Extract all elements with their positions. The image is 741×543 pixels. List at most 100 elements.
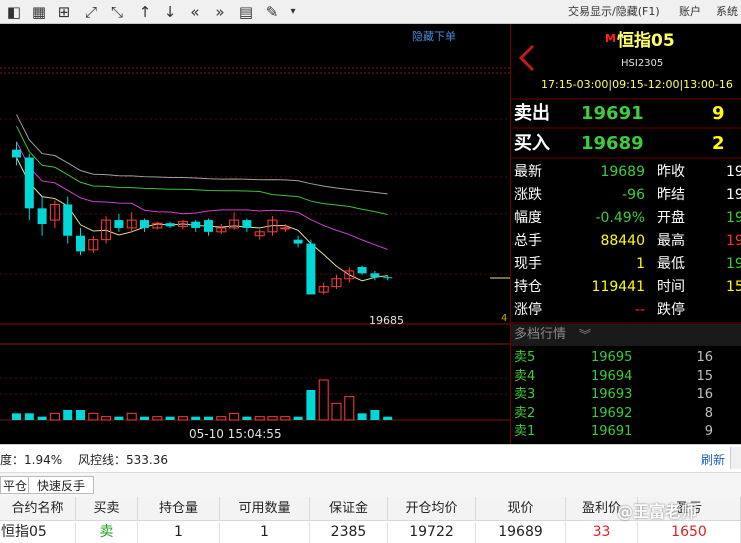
candle-body[interactable] bbox=[191, 221, 201, 228]
buy-price[interactable]: 19689 bbox=[581, 133, 644, 155]
volume-bar[interactable] bbox=[254, 416, 265, 421]
candle-body[interactable] bbox=[24, 157, 34, 209]
volume-bar[interactable] bbox=[165, 416, 175, 420]
chart-icon[interactable]: ◧ bbox=[4, 2, 24, 22]
quick-reverse-button[interactable]: 快速反手 bbox=[28, 476, 95, 494]
volume-bar[interactable] bbox=[242, 416, 252, 420]
back-arrow-icon[interactable] bbox=[518, 44, 535, 72]
table-cell[interactable]: 卖 bbox=[76, 522, 138, 543]
depth-level-label[interactable]: 卖2 bbox=[514, 405, 535, 423]
depth-level-label[interactable]: 卖4 bbox=[514, 368, 535, 386]
volume-bar[interactable] bbox=[191, 416, 201, 420]
candle-body[interactable] bbox=[37, 208, 47, 224]
forward-icon[interactable]: » bbox=[210, 2, 230, 22]
draw-icon[interactable]: ✎ bbox=[262, 2, 282, 22]
depth-title[interactable]: 多档行情 bbox=[514, 326, 566, 344]
volume-bar[interactable] bbox=[229, 412, 240, 421]
depth-qty[interactable]: 16 bbox=[671, 386, 713, 404]
volume-bar[interactable] bbox=[88, 412, 99, 421]
volume-bar[interactable] bbox=[114, 416, 124, 420]
column-header[interactable]: 现价 bbox=[476, 497, 566, 521]
indicator-icon[interactable]: ⊞ bbox=[54, 2, 74, 22]
depth-qty[interactable]: 9 bbox=[671, 423, 713, 441]
volume-bar[interactable] bbox=[293, 416, 303, 420]
arrow-down-icon[interactable]: ↓ bbox=[160, 2, 180, 22]
depth-price[interactable]: 19692 bbox=[591, 405, 632, 423]
candle-body[interactable] bbox=[280, 227, 291, 230]
kline-chart-panel[interactable]: 19685 4 05-10 15:04:55 隐藏下单 bbox=[0, 24, 510, 444]
candle-body[interactable] bbox=[293, 239, 303, 244]
volume-bar[interactable] bbox=[306, 390, 316, 420]
table-cell[interactable]: 19722 bbox=[388, 522, 476, 543]
depth-price[interactable]: 19694 bbox=[591, 368, 632, 386]
candle-body[interactable] bbox=[306, 243, 316, 295]
volume-bar[interactable] bbox=[267, 416, 278, 421]
volume-bar[interactable] bbox=[63, 410, 73, 420]
volume-bar[interactable] bbox=[370, 410, 380, 420]
volume-bar[interactable] bbox=[126, 412, 137, 421]
volume-bar[interactable] bbox=[140, 416, 149, 420]
candle-body[interactable] bbox=[140, 220, 149, 228]
layout-icon[interactable]: ▤ bbox=[236, 2, 256, 22]
volume-bar[interactable] bbox=[280, 416, 291, 421]
depth-level-label[interactable]: 卖5 bbox=[514, 349, 535, 367]
candle-body[interactable] bbox=[165, 223, 175, 227]
shrink-icon[interactable]: ⤡ bbox=[107, 2, 127, 22]
volume-bar[interactable] bbox=[76, 410, 85, 420]
table-cell[interactable]: 1650 bbox=[638, 522, 741, 543]
table-cell[interactable]: 33 bbox=[566, 522, 638, 543]
volume-bar[interactable] bbox=[344, 396, 355, 421]
status-scroll-handle[interactable] bbox=[730, 447, 741, 469]
volume-bar[interactable] bbox=[177, 416, 188, 421]
grid-icon[interactable]: ▦ bbox=[29, 2, 49, 22]
column-header[interactable]: 保证金 bbox=[310, 497, 388, 521]
depth-level-label[interactable]: 卖1 bbox=[514, 423, 535, 441]
volume-bar[interactable] bbox=[318, 379, 329, 421]
depth-qty[interactable]: 8 bbox=[671, 405, 713, 423]
volume-bar[interactable] bbox=[24, 413, 34, 420]
table-cell[interactable]: 恒指05 bbox=[0, 522, 76, 543]
candle-body[interactable] bbox=[204, 220, 213, 232]
depth-level-label[interactable]: 卖3 bbox=[514, 386, 535, 404]
volume-bar[interactable] bbox=[204, 416, 213, 420]
candle-body[interactable] bbox=[383, 277, 393, 279]
double-chevron-down-icon[interactable]: ︾ bbox=[579, 326, 591, 344]
volume-bar[interactable] bbox=[383, 416, 393, 420]
volume-bar[interactable] bbox=[216, 416, 227, 421]
volume-bar[interactable] bbox=[12, 413, 21, 420]
rewind-icon[interactable]: « bbox=[185, 2, 205, 22]
candle-body[interactable] bbox=[357, 267, 367, 274]
refresh-link[interactable]: 刷新 bbox=[701, 451, 725, 468]
table-cell[interactable]: 19689 bbox=[476, 522, 566, 543]
volume-bar[interactable] bbox=[331, 402, 342, 421]
depth-price[interactable]: 19695 bbox=[591, 349, 632, 367]
depth-qty[interactable]: 16 bbox=[671, 349, 713, 367]
volume-bar[interactable] bbox=[49, 412, 60, 421]
dropdown-icon[interactable]: ▾ bbox=[287, 2, 299, 22]
toggle-trade-menu[interactable]: 交易显示/隐藏(F1) bbox=[568, 3, 660, 21]
volume-bar[interactable] bbox=[357, 413, 367, 420]
candle-body[interactable] bbox=[242, 220, 252, 228]
table-cell[interactable]: 1 bbox=[220, 522, 310, 543]
sell-price[interactable]: 19691 bbox=[581, 103, 644, 125]
column-header[interactable]: 开仓均价 bbox=[388, 497, 476, 521]
depth-price[interactable]: 19691 bbox=[591, 423, 632, 441]
volume-bar[interactable] bbox=[101, 416, 112, 421]
candle-body[interactable] bbox=[370, 273, 380, 278]
candle-body[interactable] bbox=[76, 235, 85, 252]
system-menu[interactable]: 系统 bbox=[716, 3, 738, 21]
kline-chart[interactable]: 19685 4 05-10 15:04:55 bbox=[0, 24, 510, 444]
candle-body[interactable] bbox=[114, 220, 124, 228]
depth-qty[interactable]: 15 bbox=[671, 368, 713, 386]
candle-body[interactable] bbox=[63, 204, 73, 236]
column-header[interactable]: 买卖 bbox=[76, 497, 138, 521]
volume-bar[interactable] bbox=[152, 416, 163, 421]
candle-body[interactable] bbox=[12, 149, 21, 158]
column-header[interactable]: 合约名称 bbox=[0, 497, 76, 521]
column-header[interactable]: 可用数量 bbox=[220, 497, 310, 521]
arrow-up-icon[interactable]: ↑ bbox=[135, 2, 155, 22]
table-cell[interactable]: 1 bbox=[138, 522, 220, 543]
hide-order-link[interactable]: 隐藏下单 bbox=[412, 28, 456, 44]
volume-bar[interactable] bbox=[37, 416, 47, 420]
expand-icon[interactable]: ⤢ bbox=[81, 2, 101, 22]
